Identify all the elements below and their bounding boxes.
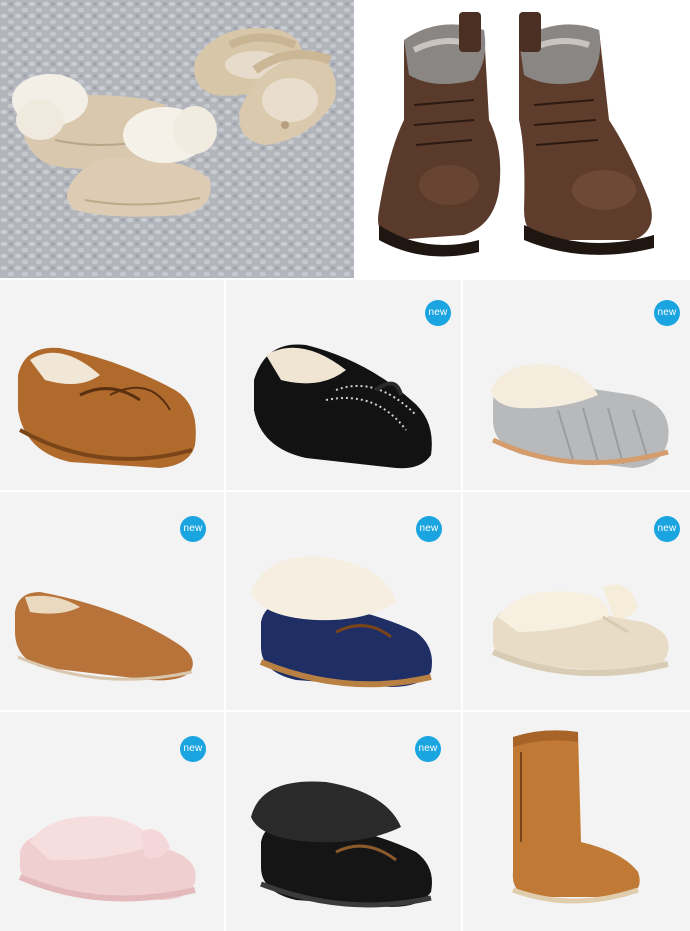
product-tile-chestnut-tall-boot[interactable] bbox=[463, 712, 690, 931]
product-image bbox=[512, 730, 640, 904]
product-tile-grey-knit-slipper[interactable]: new bbox=[463, 280, 690, 490]
hero-image-baby-shoes bbox=[0, 0, 354, 278]
product-tile-black-studded-moccasin[interactable]: new bbox=[226, 280, 461, 490]
product-tile-chestnut-moccasin[interactable] bbox=[0, 280, 224, 490]
product-grid: new new new new new new new bbox=[0, 278, 690, 931]
product-tile-navy-collar-moccasin[interactable]: new bbox=[226, 492, 461, 710]
product-tile-black-fur-moccasin[interactable]: new bbox=[226, 712, 461, 931]
product-tile-pink-fur-thong[interactable]: new bbox=[0, 712, 224, 931]
product-image bbox=[18, 347, 196, 468]
new-badge: new bbox=[654, 300, 680, 326]
new-badge: new bbox=[180, 516, 206, 542]
new-badge: new bbox=[416, 516, 442, 542]
new-badge: new bbox=[654, 516, 680, 542]
new-badge: new bbox=[180, 736, 206, 762]
hero-image-brown-boots bbox=[354, 0, 690, 278]
product-tile-tan-slip-on[interactable]: new bbox=[0, 492, 224, 710]
new-badge: new bbox=[415, 736, 441, 762]
new-badge: new bbox=[425, 300, 451, 326]
product-tile-cream-fur-thong[interactable]: new bbox=[463, 492, 690, 710]
